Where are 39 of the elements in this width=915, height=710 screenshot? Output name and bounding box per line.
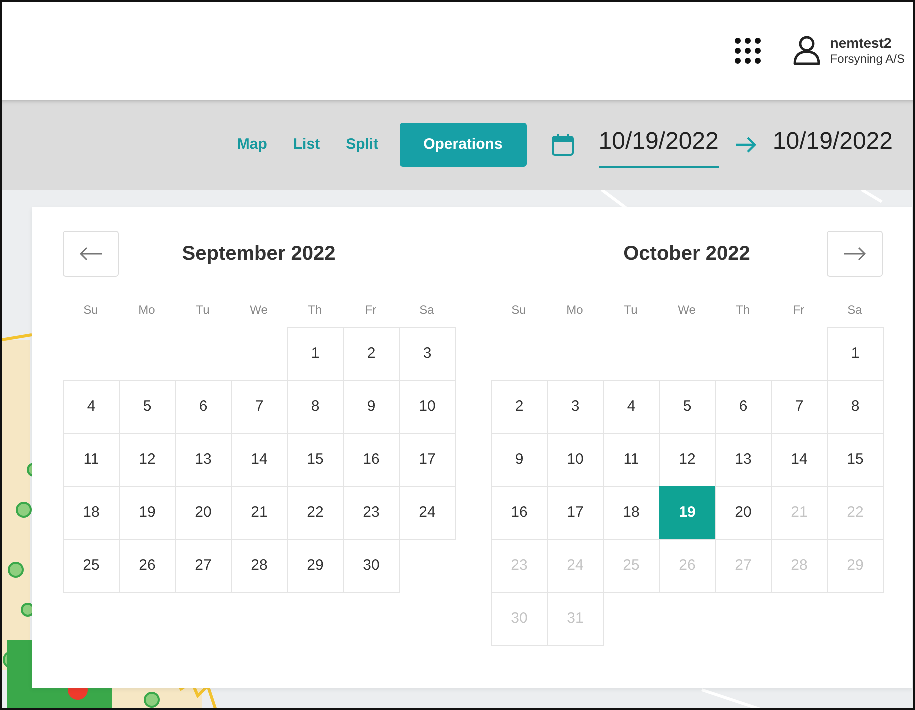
start-date-field[interactable]: 10/19/2022 xyxy=(598,122,719,168)
day-cell: 26 xyxy=(659,539,716,593)
arrow-right-icon xyxy=(734,137,757,153)
day-cell[interactable]: 25 xyxy=(63,539,120,593)
weekday-label: Tu xyxy=(624,303,638,317)
weekday-label: We xyxy=(250,303,268,317)
month-title: October 2022 xyxy=(624,242,750,267)
day-cell: 31 xyxy=(547,592,604,646)
arrow-left-icon xyxy=(79,247,103,261)
weekday-label: Th xyxy=(308,303,322,317)
day-cell[interactable]: 24 xyxy=(399,486,456,540)
day-cell[interactable]: 1 xyxy=(827,327,884,381)
weekday-label: Fr xyxy=(365,303,377,317)
weekday-label: Th xyxy=(736,303,750,317)
day-cell[interactable]: 3 xyxy=(399,327,456,381)
weekday-label: Fr xyxy=(793,303,805,317)
weekday-label: Su xyxy=(84,303,98,317)
weekday-label: Sa xyxy=(848,303,862,317)
weekday-label: Mo xyxy=(138,303,156,317)
day-cell[interactable]: 1 xyxy=(287,327,344,381)
day-cell[interactable]: 30 xyxy=(343,539,400,593)
weekday-label: Mo xyxy=(566,303,584,317)
weekday-label: Sa xyxy=(420,303,434,317)
weekday-label: We xyxy=(678,303,696,317)
day-cell[interactable]: 4 xyxy=(63,380,120,434)
calendar-icon[interactable] xyxy=(550,133,575,157)
next-month-button[interactable] xyxy=(827,231,883,277)
user-name: nemtest2 xyxy=(830,34,893,52)
previous-month-button[interactable] xyxy=(63,231,119,277)
weekday-label: Su xyxy=(512,303,526,317)
day-cell: 29 xyxy=(827,539,884,593)
weekday-label: Tu xyxy=(196,303,210,317)
end-date-field[interactable]: 10/19/2022 xyxy=(772,122,893,168)
day-cell: 30 xyxy=(491,592,548,646)
arrow-right-icon xyxy=(843,247,867,261)
organization-name: Forsyning A/S xyxy=(830,52,905,68)
day-cell[interactable]: 2 xyxy=(491,380,548,434)
month-title: September 2022 xyxy=(182,242,336,267)
user-icon xyxy=(792,34,822,67)
